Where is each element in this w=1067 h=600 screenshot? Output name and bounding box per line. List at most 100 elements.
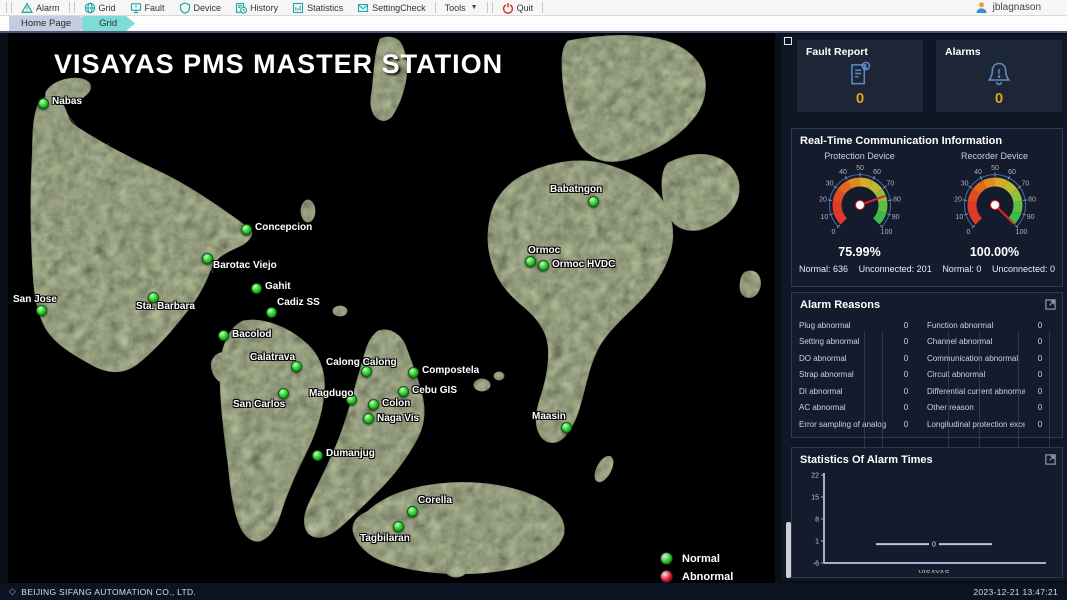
expand-alarm-reasons-button[interactable] xyxy=(1045,299,1056,310)
svg-text:60: 60 xyxy=(1008,169,1016,176)
clock-timestamp: 2023-12-21 13:47:21 xyxy=(973,587,1058,597)
user-icon xyxy=(975,1,988,14)
user-menu[interactable]: jblagnason xyxy=(975,1,1041,14)
alarm-reasons-panel: Alarm Reasons Plug abnormal0Setting abno… xyxy=(791,292,1063,438)
alarms-card[interactable]: Alarms 0 xyxy=(936,40,1062,112)
svg-text:90: 90 xyxy=(891,214,899,221)
shield-icon xyxy=(179,2,191,14)
station-label: Ormoc HVDC xyxy=(552,259,615,270)
station-marker-ormoc[interactable] xyxy=(525,256,536,267)
station-label: Sta. Barbara xyxy=(136,301,195,312)
station-marker-corella[interactable] xyxy=(407,506,418,517)
toolbar-separator xyxy=(11,2,12,13)
gauge-row: Protection Device01020304050607080901007… xyxy=(792,149,1062,259)
tab-bar: Home Page Grid xyxy=(0,16,1067,33)
svg-text:20: 20 xyxy=(954,197,962,204)
map-canvas[interactable]: VISAYAS PMS MASTER STATION NabasConcepci… xyxy=(8,33,775,583)
station-marker-cebu-gis[interactable] xyxy=(398,386,409,397)
alarm-reason-row: AC abnormal0 xyxy=(799,400,921,417)
svg-text:15: 15 xyxy=(811,495,819,502)
history-icon xyxy=(235,2,247,14)
station-marker-ormoc-hvdc[interactable] xyxy=(538,260,549,271)
gauge-protection-device: Protection Device01020304050607080901007… xyxy=(797,149,923,259)
station-label: Magdugo xyxy=(309,388,353,399)
station-marker-san-jose[interactable] xyxy=(36,305,47,316)
station-marker-naga-vis[interactable] xyxy=(363,413,374,424)
fault-button[interactable]: Fault xyxy=(123,1,172,15)
svg-text:40: 40 xyxy=(974,169,982,176)
station-marker-cadiz-ss[interactable] xyxy=(266,307,277,318)
station-label: Maasin xyxy=(532,411,566,422)
grid-button[interactable]: Grid xyxy=(77,1,123,15)
toolbar-separator xyxy=(74,2,75,13)
alarm-reason-row: Function abnormal0 xyxy=(927,317,1055,334)
alarm-statistics-panel: Statistics Of Alarm Times 221581-60VISAY… xyxy=(791,447,1063,578)
station-marker-tagbilaran[interactable] xyxy=(393,521,404,532)
alarm-reason-row: Longitudinal protection exception0 xyxy=(927,416,1055,433)
toolbar-separator xyxy=(542,2,543,13)
station-marker-colon[interactable] xyxy=(368,399,379,410)
toolbar: Alarm Grid Fault Device History Statisti… xyxy=(0,0,1067,16)
toolbar-separator xyxy=(487,2,488,13)
station-label: Dumanjug xyxy=(326,448,375,459)
tab-home-page[interactable]: Home Page xyxy=(9,16,89,31)
svg-text:70: 70 xyxy=(1021,180,1029,187)
svg-text:50: 50 xyxy=(991,165,999,172)
toolbar-separator xyxy=(435,2,436,13)
station-marker-gahit[interactable] xyxy=(251,283,262,294)
svg-text:30: 30 xyxy=(825,180,833,187)
quit-button[interactable]: Quit xyxy=(495,1,541,15)
expand-alarm-statistics-button[interactable] xyxy=(1045,454,1056,465)
station-label: Naga Vis xyxy=(377,413,419,424)
station-marker-maasin[interactable] xyxy=(561,422,572,433)
station-marker-barotac-viejo[interactable] xyxy=(202,253,213,264)
bar-chart-icon xyxy=(292,2,304,14)
svg-text:100: 100 xyxy=(880,229,892,236)
alarm-times-chart: 221581-60VISAYAS xyxy=(792,467,1062,573)
station-label: Tagbilaran xyxy=(360,533,410,544)
station-marker-dumanjug[interactable] xyxy=(312,450,323,461)
station-marker-concepcion[interactable] xyxy=(241,224,252,235)
svg-text:10: 10 xyxy=(820,214,828,221)
device-button[interactable]: Device xyxy=(172,1,229,15)
collapse-sidebar-button[interactable] xyxy=(784,37,792,45)
station-marker-babatngon[interactable] xyxy=(588,196,599,207)
alarm-reason-row: DO abnormal0 xyxy=(799,350,921,367)
svg-text:0: 0 xyxy=(831,229,835,236)
station-marker-nabas[interactable] xyxy=(38,98,49,109)
company-logo-icon: ◇ xyxy=(9,586,16,597)
station-label: Cebu GIS xyxy=(412,385,457,396)
station-label: Colon xyxy=(382,398,410,409)
alarm-button[interactable]: Alarm xyxy=(14,1,67,15)
station-label: Compostela xyxy=(422,365,479,376)
station-label: Bacolod xyxy=(232,329,271,340)
station-label: Calatrava xyxy=(250,352,295,363)
tab-grid[interactable]: Grid xyxy=(82,16,135,31)
comm-stat: Unconnected: 0 xyxy=(992,264,1055,274)
svg-text:-6: -6 xyxy=(813,561,819,568)
svg-text:70: 70 xyxy=(886,180,894,187)
station-marker-san-carlos[interactable] xyxy=(278,388,289,399)
statistics-button[interactable]: Statistics xyxy=(285,1,350,15)
setting-check-button[interactable]: SettingCheck xyxy=(350,1,433,15)
svg-text:8: 8 xyxy=(815,517,819,524)
visayas-islands-map xyxy=(8,33,775,583)
svg-text:22: 22 xyxy=(811,473,819,480)
station-marker-bacolod[interactable] xyxy=(218,330,229,341)
tools-button[interactable]: Tools ▼ xyxy=(438,1,485,15)
communication-stats: Normal: 636Unconnected: 201Normal: 0Unco… xyxy=(792,259,1062,274)
main-content: VISAYAS PMS MASTER STATION NabasConcepci… xyxy=(0,33,1067,583)
station-marker-compostela[interactable] xyxy=(408,367,419,378)
svg-text:40: 40 xyxy=(839,169,847,176)
fault-monitor-icon xyxy=(130,2,142,14)
sidebar-scrollbar[interactable] xyxy=(786,522,791,578)
station-label: Corella xyxy=(418,495,452,506)
alarm-reason-row: Differential current abnormal0 xyxy=(927,383,1055,400)
fault-report-card[interactable]: Fault Report 0 xyxy=(797,40,923,112)
history-button[interactable]: History xyxy=(228,1,285,15)
station-label: San Carlos xyxy=(233,399,285,410)
map-title: VISAYAS PMS MASTER STATION xyxy=(54,49,503,80)
alarm-reason-row: Communication abnormal0 xyxy=(927,350,1055,367)
globe-icon xyxy=(84,2,96,14)
station-label: Cadiz SS xyxy=(277,297,320,308)
